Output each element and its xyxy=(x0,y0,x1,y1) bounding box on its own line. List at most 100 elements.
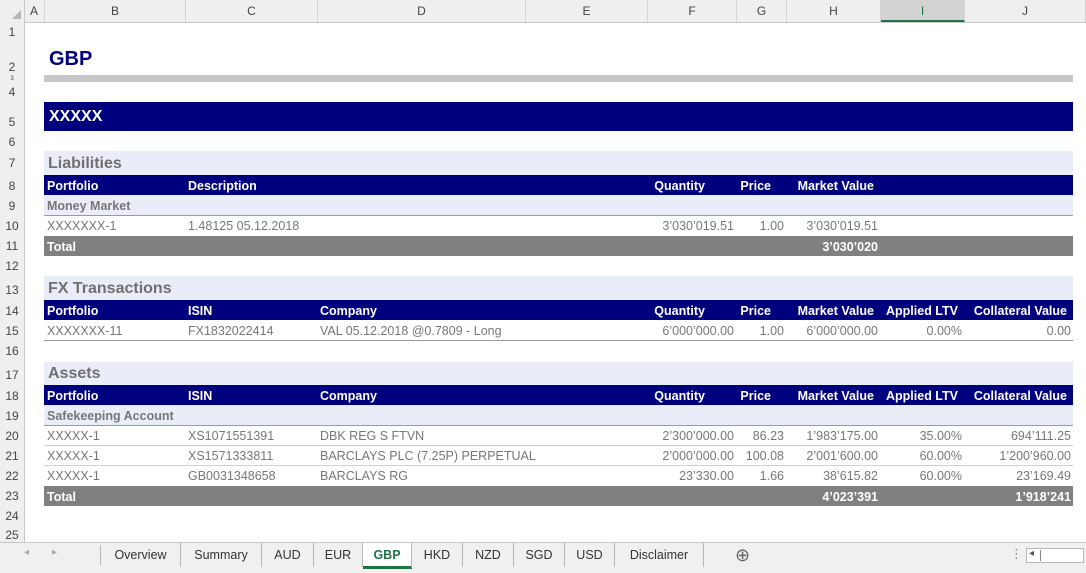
row-header[interactable]: 12 xyxy=(0,255,24,275)
row-header[interactable]: 25 xyxy=(0,525,24,542)
cell-quantity: 2’000’000.00 xyxy=(662,449,734,463)
row-divider xyxy=(44,215,1073,216)
client-name: XXXXX xyxy=(49,108,103,125)
cell-isin: FX1832022414 xyxy=(188,324,274,338)
row-header[interactable]: 1 xyxy=(0,22,24,42)
row-divider xyxy=(44,445,1073,446)
sheet-tab-bar: ◂ ▸ Overview Summary AUD EUR GBP HKD NZD… xyxy=(0,542,1086,573)
col-header-quantity: Quantity xyxy=(654,389,705,403)
row-header[interactable]: 2 xyxy=(0,42,24,76)
tab-nzd[interactable]: NZD xyxy=(463,543,514,567)
row-header[interactable]: 19 xyxy=(0,405,24,425)
cell-company: DBK REG S FTVN xyxy=(320,429,425,443)
cell-market-value: 2’001’600.00 xyxy=(806,449,878,463)
column-header-c[interactable]: C xyxy=(186,0,318,22)
total-market-value: 3’030’020 xyxy=(822,240,878,254)
col-header-quantity: Quantity xyxy=(654,304,705,318)
scroll-left-icon[interactable]: ◂ xyxy=(1029,548,1034,559)
column-header-e[interactable]: E xyxy=(526,0,648,22)
cell-collateral-value: 0.00 xyxy=(1046,324,1071,338)
col-header-price: Price xyxy=(740,389,771,403)
row-header[interactable]: 22 xyxy=(0,465,24,485)
row-header[interactable]: 6 xyxy=(0,132,24,152)
select-all-corner[interactable] xyxy=(0,0,25,22)
column-header-j[interactable]: J xyxy=(965,0,1086,22)
cell-market-value: 6’000’000.00 xyxy=(806,324,878,338)
select-all-triangle-icon xyxy=(12,10,21,19)
tab-overview[interactable]: Overview xyxy=(101,543,181,567)
column-header-bar: A B C D E F G H I J xyxy=(0,0,1086,23)
cell-portfolio: XXXXX-1 xyxy=(47,429,100,443)
row-header[interactable]: 10 xyxy=(0,215,24,235)
safekeeping-group-label: Safekeeping Account xyxy=(47,409,174,423)
col-header-price: Price xyxy=(740,179,771,193)
column-header-a[interactable]: A xyxy=(24,0,45,22)
tab-disclaimer[interactable]: Disclaimer xyxy=(615,543,704,567)
row-header[interactable]: 17 xyxy=(0,360,24,385)
cell-market-value: 1’983’175.00 xyxy=(806,429,878,443)
client-banner xyxy=(44,102,1073,131)
add-sheet-icon[interactable]: ⊕ xyxy=(735,543,750,567)
row-header[interactable]: 13 xyxy=(0,275,24,300)
row-header[interactable]: 24 xyxy=(0,505,24,525)
horizontal-scrollbar[interactable]: ◂ xyxy=(1026,548,1084,563)
row-header[interactable]: 5 xyxy=(0,102,24,132)
cell-quantity: 6’000’000.00 xyxy=(662,324,734,338)
col-header-portfolio: Portfolio xyxy=(47,179,99,193)
cell-portfolio: XXXXXXX-11 xyxy=(47,324,123,338)
row-header[interactable]: 20 xyxy=(0,425,24,445)
col-header-price: Price xyxy=(740,304,771,318)
row-header[interactable]: 18 xyxy=(0,385,24,405)
row-header[interactable]: 14 xyxy=(0,300,24,320)
row-header[interactable]: 11 xyxy=(0,235,24,255)
tab-summary[interactable]: Summary xyxy=(181,543,262,567)
cell-price: 1.00 xyxy=(759,219,784,233)
row-header[interactable]: 16 xyxy=(0,340,24,360)
tab-sgd[interactable]: SGD xyxy=(514,543,565,567)
col-header-company: Company xyxy=(320,389,377,403)
row-header[interactable]: 8 xyxy=(0,175,24,195)
cell-quantity: 3’030’019.51 xyxy=(662,219,734,233)
row-header[interactable]: 15 xyxy=(0,320,24,340)
cell-price: 86.23 xyxy=(752,429,784,443)
total-market-value: 4’023’391 xyxy=(822,490,878,504)
col-header-applied-ltv: Applied LTV xyxy=(886,304,958,318)
more-options-icon[interactable]: ⋮ xyxy=(1010,546,1023,562)
column-header-f[interactable]: F xyxy=(648,0,737,22)
cell-company: BARCLAYS RG xyxy=(320,469,408,483)
col-header-collateral-value: Collateral Value xyxy=(973,389,1067,403)
row-header[interactable]: 21 xyxy=(0,445,24,465)
column-header-g[interactable]: G xyxy=(737,0,787,22)
tab-aud[interactable]: AUD xyxy=(262,543,314,567)
row-header[interactable]: 9 xyxy=(0,195,24,215)
tab-gbp[interactable]: GBP xyxy=(363,543,412,569)
cell-isin: XS1571333811 xyxy=(188,449,274,463)
next-sheet-icon[interactable]: ▸ xyxy=(52,547,57,558)
column-header-b[interactable]: B xyxy=(45,0,186,22)
cell-applied-ltv: 0.00% xyxy=(926,324,962,338)
cell-collateral-value: 23’169.49 xyxy=(1016,469,1071,483)
tab-hkd[interactable]: HKD xyxy=(412,543,463,567)
prev-sheet-icon[interactable]: ◂ xyxy=(24,547,29,558)
column-header-d[interactable]: D xyxy=(318,0,526,22)
cell-market-value: 3’030’019.51 xyxy=(806,219,878,233)
row-header[interactable]: 4 xyxy=(0,82,24,102)
col-header-market-value: Market Value xyxy=(797,179,874,193)
tab-eur[interactable]: EUR xyxy=(314,543,363,567)
money-market-group-label: Money Market xyxy=(47,199,131,213)
money-market-group-band xyxy=(44,195,1073,215)
assets-section-band xyxy=(44,362,1073,385)
row-divider xyxy=(44,465,1073,466)
column-header-h[interactable]: H xyxy=(787,0,881,22)
row-header[interactable]: 7 xyxy=(0,152,24,175)
cell-isin: GB0031348658 xyxy=(188,469,276,483)
tab-usd[interactable]: USD xyxy=(565,543,615,567)
cell-quantity: 2’300’000.00 xyxy=(662,429,734,443)
row-header[interactable]: 23 xyxy=(0,485,24,505)
cell-price: 100.08 xyxy=(745,449,784,463)
liabilities-section-band xyxy=(44,151,1073,175)
col-header-company: Company xyxy=(320,304,377,318)
sheet-title: GBP xyxy=(49,48,93,70)
column-header-i[interactable]: I xyxy=(881,0,965,22)
assets-total-row xyxy=(44,486,1073,506)
